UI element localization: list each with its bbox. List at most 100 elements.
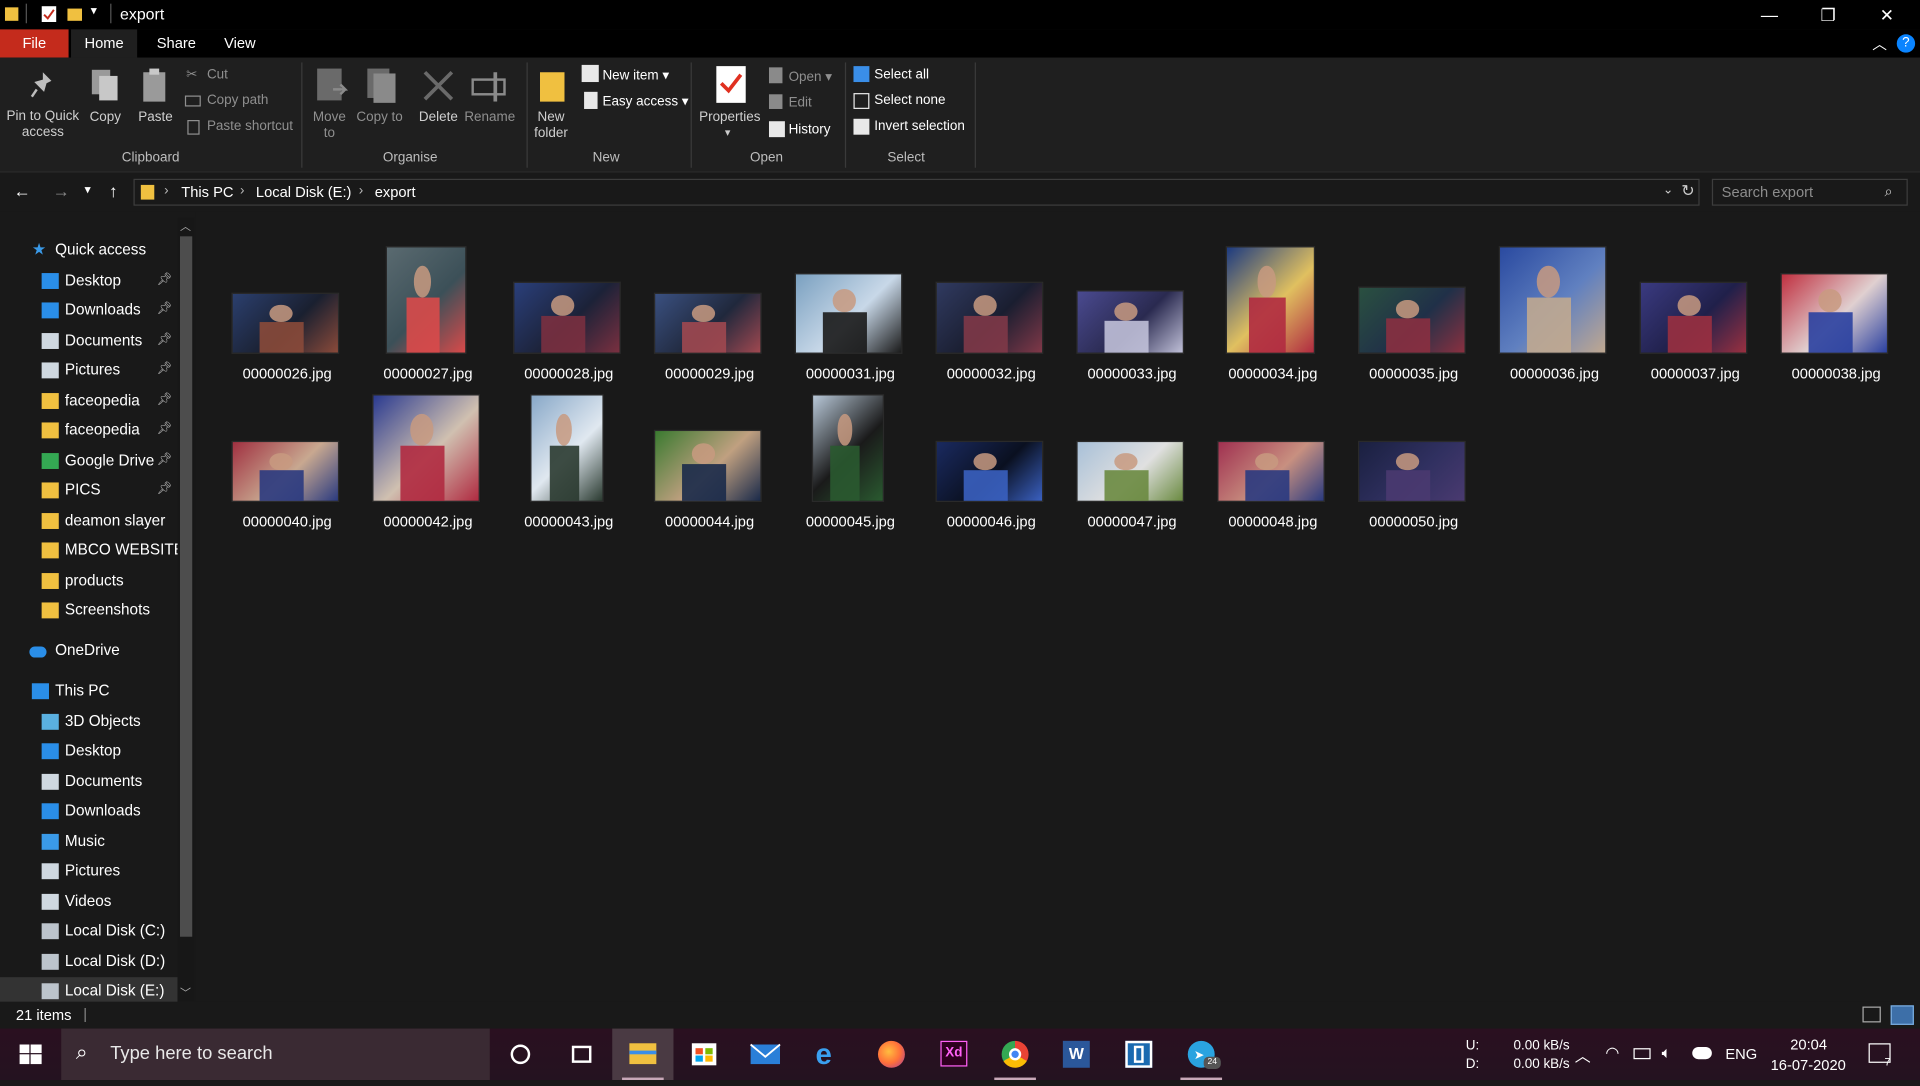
mail-icon[interactable] bbox=[735, 1029, 796, 1080]
nav-item-pictures[interactable]: Pictures 📌︎ bbox=[0, 356, 178, 385]
properties-quick-icon[interactable] bbox=[41, 6, 57, 23]
wifi-icon[interactable]: ◠ bbox=[1605, 1043, 1619, 1063]
breadcrumb-export[interactable]: export bbox=[375, 184, 416, 201]
file-item[interactable]: 00000026.jpg bbox=[217, 229, 358, 382]
up-arrow-icon[interactable]: ↑ bbox=[109, 181, 118, 201]
open-button[interactable]: Open ▾ bbox=[789, 69, 832, 85]
nav-item-videos[interactable]: Videos bbox=[0, 887, 178, 916]
nav-item-local-disk-c-[interactable]: Local Disk (C:) bbox=[0, 917, 178, 946]
file-item[interactable]: 00000037.jpg bbox=[1625, 229, 1766, 382]
delete-button[interactable]: Delete bbox=[414, 110, 463, 125]
nav-this-pc[interactable]: This PC bbox=[0, 677, 178, 706]
scroll-up-icon[interactable]: ︿ bbox=[180, 218, 191, 234]
file-explorer-taskbar-icon[interactable] bbox=[612, 1028, 674, 1081]
refresh-icon[interactable]: ↻ bbox=[1681, 181, 1694, 201]
pin-icon[interactable]: 📌︎ bbox=[157, 422, 173, 435]
help-icon[interactable]: ? bbox=[1896, 34, 1916, 53]
microsoft-store-icon[interactable] bbox=[673, 1029, 734, 1080]
firefox-icon[interactable] bbox=[861, 1029, 922, 1080]
internet-explorer-icon[interactable]: e bbox=[798, 1029, 859, 1080]
restore-button[interactable]: ❐ bbox=[1800, 0, 1856, 29]
clock-time[interactable]: 20:04 bbox=[1790, 1036, 1827, 1053]
onedrive-tray-icon[interactable] bbox=[1692, 1046, 1712, 1060]
nav-item-pictures[interactable]: Pictures bbox=[0, 857, 178, 886]
pin-icon[interactable]: 📌︎ bbox=[157, 452, 173, 465]
nav-item-documents[interactable]: Documents 📌︎ bbox=[0, 326, 178, 355]
search-input[interactable]: Search export ⌕ bbox=[1711, 178, 1908, 206]
nav-item-music[interactable]: Music bbox=[0, 827, 178, 856]
battery-icon[interactable] bbox=[1633, 1048, 1651, 1060]
cut-button[interactable]: Cut bbox=[207, 67, 228, 82]
nav-item-products[interactable]: products bbox=[0, 566, 178, 595]
collapse-ribbon-icon[interactable]: ︿ bbox=[1872, 33, 1887, 54]
nav-item-mbco-website[interactable]: MBCO WEBSITE bbox=[0, 536, 184, 565]
pin-icon[interactable]: 📌︎ bbox=[157, 302, 173, 315]
nav-item-screenshots[interactable]: Screenshots bbox=[0, 596, 178, 625]
details-view-icon[interactable] bbox=[1862, 1006, 1881, 1023]
file-item[interactable]: 00000046.jpg bbox=[921, 377, 1062, 530]
copy-path-button[interactable]: Copy path bbox=[207, 93, 268, 108]
tab-home[interactable]: Home bbox=[71, 29, 138, 58]
nav-item-documents[interactable]: Documents bbox=[0, 767, 178, 796]
volume-icon[interactable]: 🔈︎ bbox=[1662, 1043, 1672, 1063]
properties-button[interactable]: Properties bbox=[696, 110, 765, 125]
file-item[interactable]: 00000047.jpg bbox=[1062, 377, 1203, 530]
nav-item-local-disk-d-[interactable]: Local Disk (D:) bbox=[0, 947, 178, 976]
telegram-icon[interactable]: ➤ 24 bbox=[1171, 1029, 1232, 1081]
show-hidden-icons-icon[interactable]: ︿ bbox=[1575, 1043, 1591, 1066]
address-bar[interactable]: › This PC › Local Disk (E:) › export ⌄ ↻ bbox=[133, 178, 1700, 206]
file-item[interactable]: 00000033.jpg bbox=[1062, 229, 1203, 382]
chrome-icon[interactable] bbox=[984, 1029, 1045, 1081]
nav-item-downloads[interactable]: Downloads 📌︎ bbox=[0, 296, 178, 325]
file-item[interactable]: 00000043.jpg bbox=[498, 377, 639, 530]
paste-button[interactable]: Paste bbox=[132, 110, 179, 125]
properties-dropdown-icon[interactable]: ▾ bbox=[725, 126, 731, 139]
new-folder-quick-icon[interactable] bbox=[67, 6, 83, 22]
select-none-button[interactable]: Select none bbox=[874, 93, 945, 108]
nav-item-pics[interactable]: PICS 📌︎ bbox=[0, 476, 178, 505]
breadcrumb-this-pc[interactable]: This PC bbox=[181, 184, 233, 201]
close-button[interactable]: ✕ bbox=[1859, 0, 1915, 29]
history-button[interactable]: History bbox=[789, 122, 831, 137]
new-folder-button[interactable]: New folder bbox=[527, 110, 576, 142]
edit-button[interactable]: Edit bbox=[789, 96, 812, 111]
file-item[interactable]: 00000031.jpg bbox=[780, 229, 921, 382]
paste-shortcut-button[interactable]: Paste shortcut bbox=[207, 119, 293, 134]
address-dropdown-icon[interactable]: ⌄ bbox=[1663, 184, 1673, 197]
snip-app-icon[interactable] bbox=[1108, 1029, 1169, 1080]
select-all-button[interactable]: Select all bbox=[874, 67, 929, 82]
tab-view[interactable]: View bbox=[212, 29, 268, 57]
pin-icon[interactable]: 📌︎ bbox=[157, 332, 173, 345]
copy-button[interactable]: Copy bbox=[83, 110, 127, 125]
nav-onedrive[interactable]: OneDrive bbox=[0, 637, 178, 666]
rename-button[interactable]: Rename bbox=[463, 110, 517, 125]
file-item[interactable]: 00000044.jpg bbox=[639, 377, 780, 530]
nav-item-desktop[interactable]: Desktop bbox=[0, 737, 178, 766]
nav-item-desktop[interactable]: Desktop 📌︎ bbox=[0, 266, 178, 295]
pin-icon[interactable]: 📌︎ bbox=[157, 392, 173, 405]
nav-item-downloads[interactable]: Downloads bbox=[0, 797, 178, 826]
invert-selection-button[interactable]: Invert selection bbox=[874, 119, 965, 134]
file-item[interactable]: 00000029.jpg bbox=[639, 229, 780, 382]
nav-item-faceopedia[interactable]: faceopedia 📌︎ bbox=[0, 386, 178, 415]
nav-item-faceopedia[interactable]: faceopedia 📌︎ bbox=[0, 416, 178, 445]
nav-item-deamon-slayer[interactable]: deamon slayer bbox=[0, 506, 178, 535]
tab-share[interactable]: Share bbox=[144, 29, 208, 57]
nav-scrollbar-thumb[interactable] bbox=[180, 236, 193, 937]
file-item[interactable]: 00000045.jpg bbox=[780, 377, 921, 530]
nav-item-google-drive[interactable]: Google Drive 📌︎ bbox=[0, 446, 178, 475]
file-item[interactable]: 00000032.jpg bbox=[921, 229, 1062, 382]
adobe-xd-icon[interactable]: Xd bbox=[923, 1029, 984, 1080]
file-item[interactable]: 00000048.jpg bbox=[1202, 377, 1343, 530]
task-view-icon[interactable] bbox=[551, 1029, 612, 1080]
tab-file[interactable]: File bbox=[0, 29, 69, 58]
file-item[interactable]: 00000034.jpg bbox=[1202, 229, 1343, 382]
taskbar-search-input[interactable]: ⌕ Type here to search bbox=[61, 1028, 490, 1081]
scroll-down-icon[interactable]: ﹀ bbox=[180, 984, 191, 1000]
minimize-button[interactable]: — bbox=[1741, 0, 1797, 29]
file-item[interactable]: 00000042.jpg bbox=[358, 377, 499, 530]
file-item[interactable]: 00000050.jpg bbox=[1343, 377, 1484, 530]
word-icon[interactable]: W bbox=[1046, 1029, 1107, 1080]
forward-arrow-icon[interactable]: → bbox=[53, 181, 70, 201]
pin-icon[interactable]: 📌︎ bbox=[157, 272, 173, 285]
